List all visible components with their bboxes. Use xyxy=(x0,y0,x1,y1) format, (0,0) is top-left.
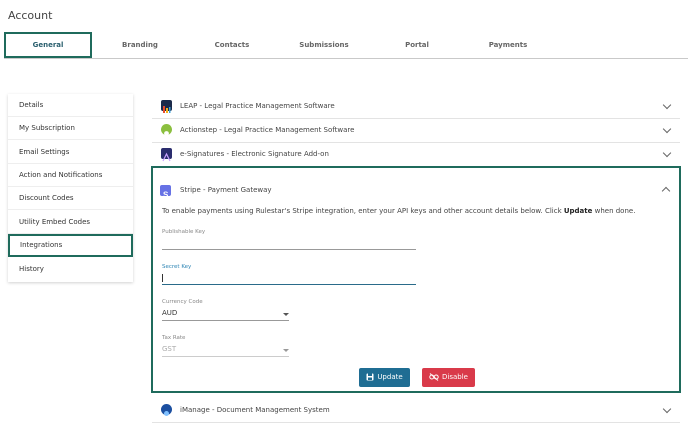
chevron-up-icon[interactable] xyxy=(661,186,671,196)
sidebar-item-history[interactable]: History xyxy=(8,258,133,281)
stripe-description: To enable payments using Rulestar's Stri… xyxy=(162,207,636,215)
sidebar-item-email-settings[interactable]: Email Settings xyxy=(8,141,133,164)
secret-key-cursor xyxy=(162,274,163,282)
sidebar-item-action-notifications[interactable]: Action and Notifications xyxy=(8,164,133,187)
tax-rate-value: GST xyxy=(162,345,177,353)
publishable-key-input[interactable] xyxy=(162,249,416,250)
integration-imanage[interactable]: iManage - Document Management System xyxy=(152,398,680,423)
page-title: Account xyxy=(8,9,53,22)
chevron-down-icon[interactable] xyxy=(283,349,289,352)
sidebar-item-utility-embed-codes[interactable]: Utility Embed Codes xyxy=(8,211,133,234)
secret-key-input[interactable] xyxy=(162,284,416,285)
account-tabs: General Branding Contacts Submissions Po… xyxy=(4,32,688,59)
chevron-down-icon[interactable] xyxy=(662,148,672,158)
integration-label: iManage - Document Management System xyxy=(180,406,330,414)
stripe-panel-header[interactable]: S Stripe - Payment Gateway xyxy=(153,168,679,208)
tax-rate-label: Tax Rate xyxy=(162,335,186,341)
currency-code-select[interactable] xyxy=(162,320,289,321)
leap-logo-icon xyxy=(161,100,172,113)
tab-contacts[interactable]: Contacts xyxy=(192,32,272,58)
esignature-logo-icon xyxy=(161,148,172,162)
currency-code-label: Currency Code xyxy=(162,299,203,305)
integration-actionstep[interactable]: Actionstep - Legal Practice Management S… xyxy=(152,118,680,143)
update-button[interactable]: Update xyxy=(359,368,410,387)
tab-submissions[interactable]: Submissions xyxy=(284,32,364,58)
tab-branding[interactable]: Branding xyxy=(100,32,180,58)
chevron-down-icon[interactable] xyxy=(662,404,672,414)
chevron-down-icon[interactable] xyxy=(662,124,672,134)
stripe-logo-icon: S xyxy=(160,185,171,200)
link-off-icon xyxy=(429,373,439,381)
secret-key-label: Secret Key xyxy=(162,264,192,270)
save-icon xyxy=(366,373,374,381)
sidebar-item-details[interactable]: Details xyxy=(8,94,133,117)
stripe-integration-panel: S Stripe - Payment Gateway To enable pay… xyxy=(151,166,681,393)
integration-label: LEAP - Legal Practice Management Softwar… xyxy=(180,102,335,110)
svg-text:S: S xyxy=(163,191,169,200)
publishable-key-label: Publishable Key xyxy=(162,229,206,235)
chevron-down-icon[interactable] xyxy=(283,313,289,316)
integration-label: e-Signatures - Electronic Signature Add-… xyxy=(180,150,329,158)
actionstep-logo-icon xyxy=(161,124,172,136)
disable-button[interactable]: Disable xyxy=(422,368,475,387)
sidebar-item-discount-codes[interactable]: Discount Codes xyxy=(8,187,133,210)
stripe-panel-title: Stripe - Payment Gateway xyxy=(180,186,272,194)
chevron-down-icon[interactable] xyxy=(662,100,672,110)
tab-portal[interactable]: Portal xyxy=(377,32,457,58)
imanage-logo-icon xyxy=(161,404,172,416)
integration-label: Actionstep - Legal Practice Management S… xyxy=(180,126,355,134)
tax-rate-select[interactable] xyxy=(162,356,289,357)
integration-esignatures[interactable]: e-Signatures - Electronic Signature Add-… xyxy=(152,142,680,167)
sidebar-item-my-subscription[interactable]: My Subscription xyxy=(8,117,133,140)
tab-payments[interactable]: Payments xyxy=(468,32,548,58)
integration-leap[interactable]: LEAP - Legal Practice Management Softwar… xyxy=(152,94,680,119)
sidebar-item-integrations[interactable]: Integrations xyxy=(8,234,133,257)
settings-sidebar: Details My Subscription Email Settings A… xyxy=(8,94,133,282)
tab-general[interactable]: General xyxy=(4,32,92,58)
currency-code-value: AUD xyxy=(162,309,178,317)
